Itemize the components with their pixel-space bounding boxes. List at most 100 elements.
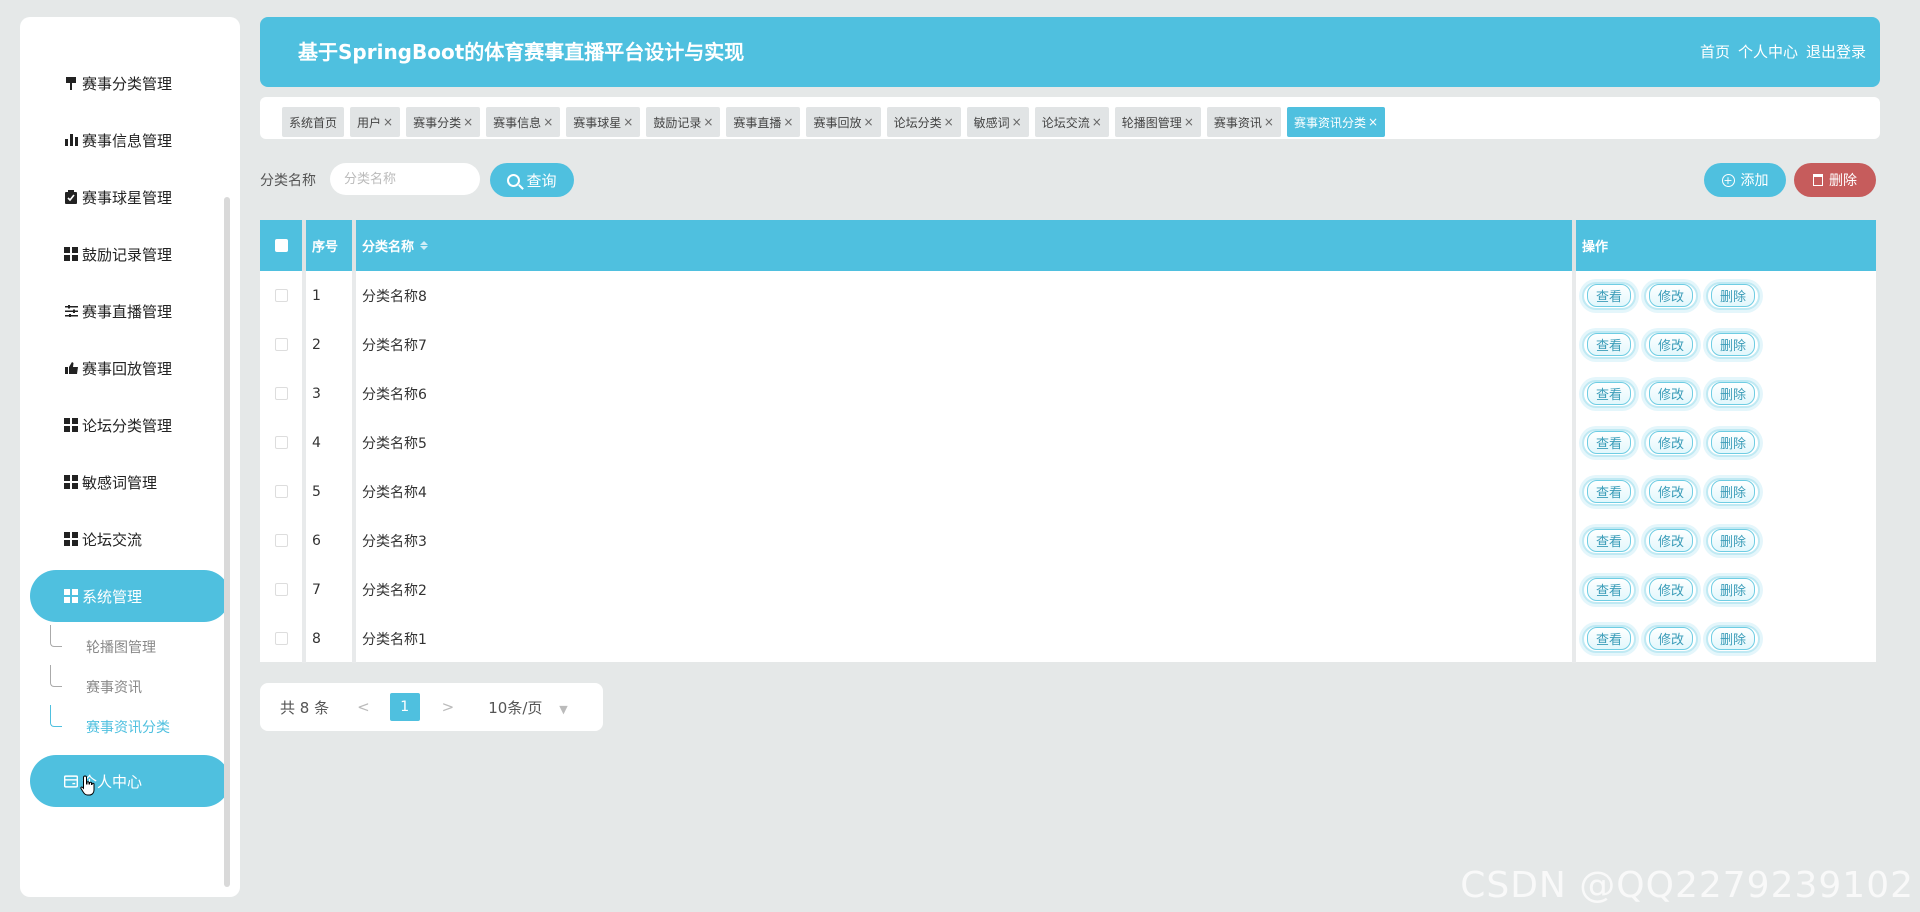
close-icon[interactable]: ×: [703, 115, 713, 129]
row-delete-button[interactable]: 删除: [1706, 526, 1760, 555]
submenu-item-carousel[interactable]: 轮播图管理: [30, 625, 230, 667]
sidebar-item-system[interactable]: 系统管理: [30, 570, 230, 622]
row-delete-button[interactable]: 删除: [1706, 477, 1760, 506]
row-delete-button-label: 删除: [1710, 431, 1755, 454]
row-checkbox[interactable]: [274, 436, 288, 449]
delete-button[interactable]: 删除: [1794, 163, 1876, 197]
edit-button[interactable]: 修改: [1644, 281, 1698, 310]
tab-item[interactable]: 赛事信息 ×: [486, 107, 561, 137]
sort-icon[interactable]: [420, 241, 429, 250]
tab-item[interactable]: 论坛分类 ×: [886, 107, 961, 137]
edit-button[interactable]: 修改: [1644, 330, 1698, 359]
column-header-actions: 操作: [1582, 240, 1609, 255]
row-delete-button[interactable]: 删除: [1706, 281, 1760, 310]
close-icon[interactable]: ×: [1368, 115, 1378, 129]
select-all-checkbox[interactable]: [274, 239, 288, 252]
view-button[interactable]: 查看: [1582, 281, 1636, 310]
close-icon[interactable]: ×: [383, 115, 393, 129]
close-icon[interactable]: ×: [1012, 115, 1022, 129]
row-category-name: 分类名称5: [356, 418, 1576, 467]
tab-item[interactable]: 敏感词 ×: [966, 107, 1029, 137]
tab-item[interactable]: 赛事直播 ×: [726, 107, 801, 137]
tab-label: 赛事回放: [813, 115, 862, 130]
prev-page-button[interactable]: <: [357, 698, 370, 716]
row-delete-button[interactable]: 删除: [1706, 575, 1760, 604]
sidebar-scrollbar[interactable]: [224, 197, 230, 887]
close-icon[interactable]: ×: [783, 115, 793, 129]
edit-button[interactable]: 修改: [1644, 379, 1698, 408]
row-checkbox[interactable]: [274, 534, 288, 547]
tab-item[interactable]: 赛事回放 ×: [806, 107, 881, 137]
close-icon[interactable]: ×: [463, 115, 473, 129]
edit-button[interactable]: 修改: [1644, 624, 1698, 653]
tab-item[interactable]: 鼓励记录 ×: [646, 107, 721, 137]
row-checkbox[interactable]: [274, 387, 288, 400]
view-button[interactable]: 查看: [1582, 428, 1636, 457]
view-button[interactable]: 查看: [1582, 477, 1636, 506]
row-checkbox[interactable]: [274, 338, 288, 351]
view-button[interactable]: 查看: [1582, 330, 1636, 359]
sidebar-item-label: 系统管理: [82, 587, 143, 606]
column-header-name[interactable]: 分类名称: [356, 220, 1576, 271]
close-icon[interactable]: ×: [543, 115, 553, 129]
edit-button[interactable]: 修改: [1644, 477, 1698, 506]
row-delete-button[interactable]: 删除: [1706, 379, 1760, 408]
trash-icon: [1813, 174, 1823, 186]
edit-button[interactable]: 修改: [1644, 428, 1698, 457]
query-button[interactable]: 查询: [490, 163, 574, 197]
close-icon[interactable]: ×: [623, 115, 633, 129]
mouse-pointer-icon: [80, 775, 95, 796]
tab-item[interactable]: 赛事资讯 ×: [1206, 107, 1281, 137]
page-number-current[interactable]: 1: [389, 693, 420, 721]
row-delete-button[interactable]: 删除: [1706, 428, 1760, 457]
edit-button[interactable]: 修改: [1644, 575, 1698, 604]
sidebar-item-replay[interactable]: 赛事回放管理: [30, 342, 230, 394]
sidebar-item-category[interactable]: 赛事分类管理: [30, 57, 230, 109]
tab-item[interactable]: 轮播图管理 ×: [1114, 107, 1201, 137]
row-checkbox[interactable]: [274, 632, 288, 645]
sidebar-item-sensitive[interactable]: 敏感词管理: [30, 456, 230, 508]
sidebar-item-forum-category[interactable]: 论坛分类管理: [30, 399, 230, 451]
sidebar-item-encourage[interactable]: 鼓励记录管理: [30, 228, 230, 280]
next-page-button[interactable]: >: [442, 698, 455, 716]
close-icon[interactable]: ×: [1264, 115, 1274, 129]
view-button[interactable]: 查看: [1582, 526, 1636, 555]
sidebar-item-personal[interactable]: 个人中心: [30, 755, 230, 807]
search-input[interactable]: [330, 163, 480, 195]
tab-item[interactable]: 用户 ×: [350, 107, 401, 137]
row-category-name: 分类名称1: [356, 614, 1576, 663]
tab-item[interactable]: 赛事球星 ×: [566, 107, 641, 137]
submenu-item-news[interactable]: 赛事资讯: [30, 665, 230, 707]
table-row: 1 分类名称8 查看 修改 删除: [260, 271, 1876, 320]
close-icon[interactable]: ×: [1092, 115, 1102, 129]
view-button[interactable]: 查看: [1582, 379, 1636, 408]
submenu-item-news-category[interactable]: 赛事资讯分类: [30, 705, 230, 747]
row-checkbox[interactable]: [274, 485, 288, 498]
row-delete-button[interactable]: 删除: [1706, 330, 1760, 359]
edit-button-label: 修改: [1648, 529, 1693, 552]
tab-item[interactable]: 论坛交流 ×: [1034, 107, 1109, 137]
close-icon[interactable]: ×: [1184, 115, 1194, 129]
close-icon[interactable]: ×: [944, 115, 954, 129]
home-link[interactable]: 首页: [1700, 17, 1730, 87]
sidebar-item-live[interactable]: 赛事直播管理: [30, 285, 230, 337]
tab-item[interactable]: 系统首页: [282, 107, 345, 137]
page-size-select[interactable]: 10条/页 ▼: [488, 697, 567, 718]
view-button[interactable]: 查看: [1582, 624, 1636, 653]
sidebar-item-info[interactable]: 赛事信息管理: [30, 114, 230, 166]
row-checkbox[interactable]: [274, 289, 288, 302]
tab-item[interactable]: 赛事分类 ×: [406, 107, 481, 137]
edit-button[interactable]: 修改: [1644, 526, 1698, 555]
personal-center-link[interactable]: 个人中心: [1738, 17, 1798, 87]
sidebar-item-forum[interactable]: 论坛交流: [30, 513, 230, 565]
tab-item[interactable]: 赛事资讯分类 ×: [1286, 107, 1386, 137]
view-button[interactable]: 查看: [1582, 575, 1636, 604]
clipboard-check-icon: [64, 190, 78, 204]
row-checkbox[interactable]: [274, 583, 288, 596]
logout-link[interactable]: 退出登录: [1806, 17, 1866, 87]
row-delete-button[interactable]: 删除: [1706, 624, 1760, 653]
sidebar-item-star[interactable]: 赛事球星管理: [30, 171, 230, 223]
row-select-cell: [260, 271, 306, 320]
add-button[interactable]: + 添加: [1704, 163, 1786, 197]
close-icon[interactable]: ×: [864, 115, 874, 129]
